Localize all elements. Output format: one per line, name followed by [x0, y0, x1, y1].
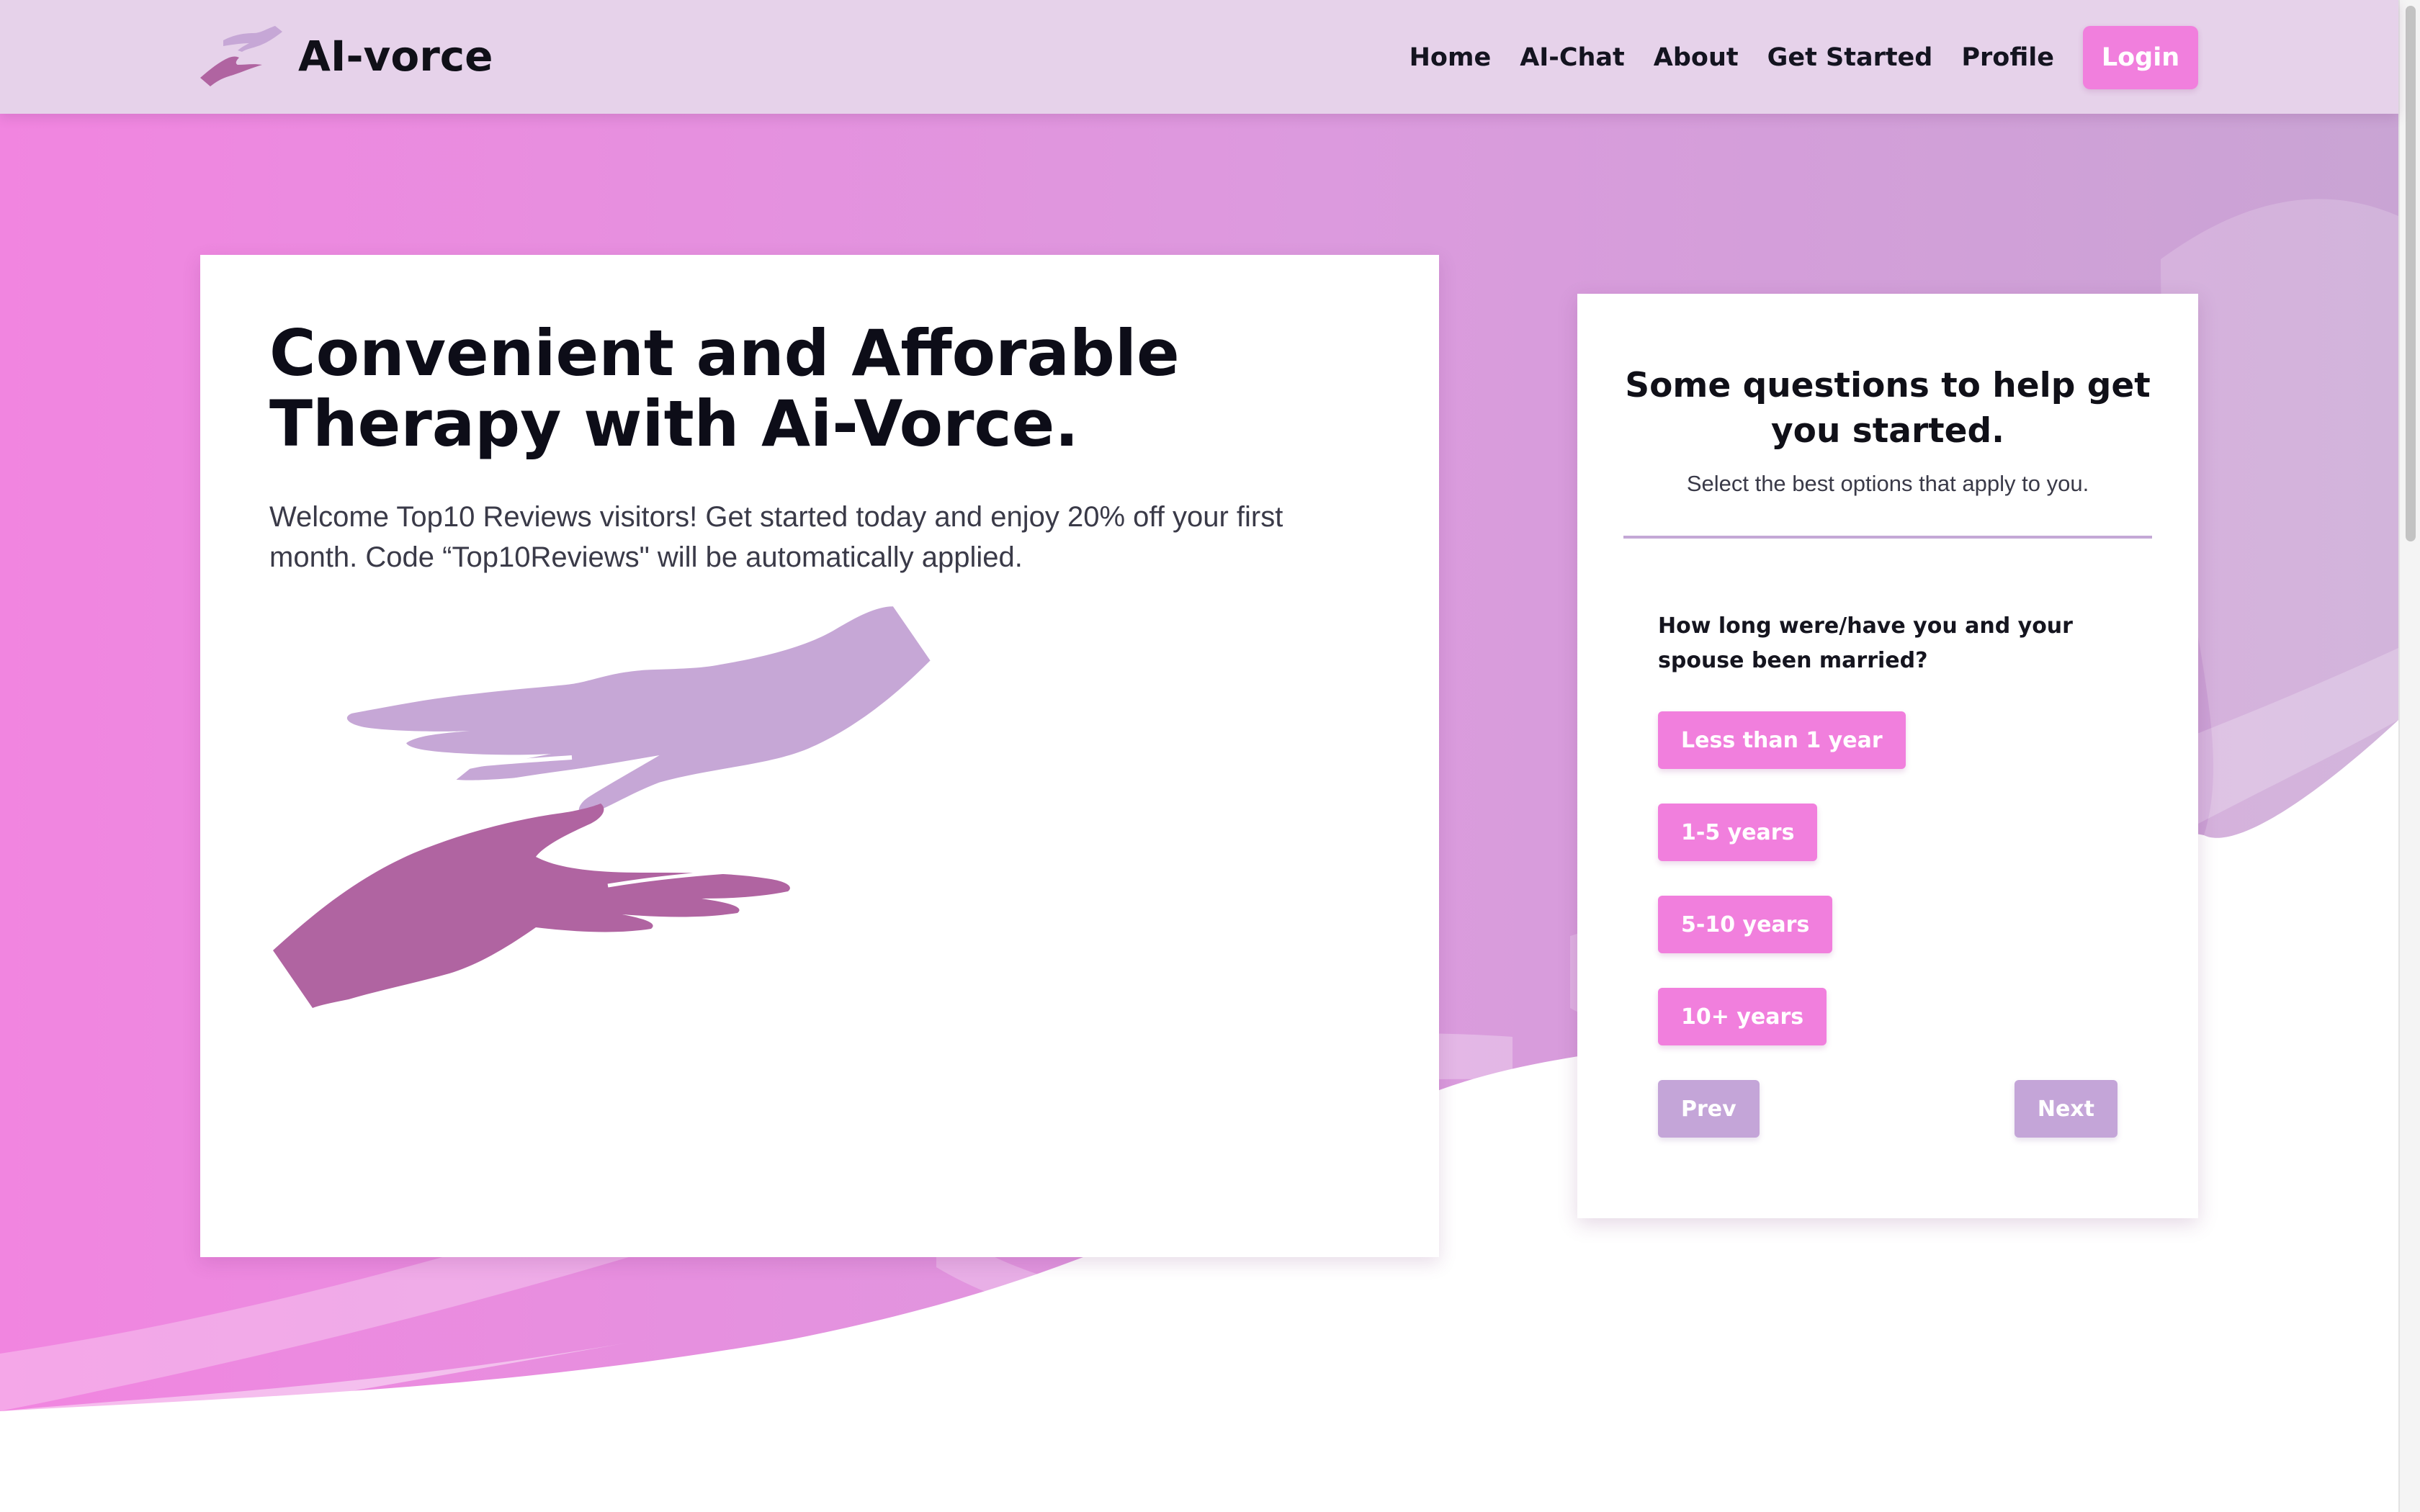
quiz-title: Some questions to help get you started.: [1625, 366, 2151, 451]
nav-link-ai-chat[interactable]: AI-Chat: [1520, 43, 1625, 72]
brand[interactable]: AI-vorce: [194, 20, 493, 92]
option-10-plus-years-button[interactable]: 10+ years: [1658, 988, 1827, 1045]
next-button[interactable]: Next: [2014, 1080, 2118, 1138]
quiz-question: How long were/have you and your spouse b…: [1658, 613, 2073, 673]
reaching-hands-icon: [200, 26, 282, 86]
option-less-than-1-year-button[interactable]: Less than 1 year: [1658, 711, 1906, 769]
page: AI-vorce Home AI-Chat About Get Started …: [0, 0, 2420, 1512]
nav-link-get-started[interactable]: Get Started: [1767, 43, 1933, 72]
hero-headline: Convenient and Afforable Therapy with Ai…: [269, 316, 1180, 461]
navbar: AI-vorce Home AI-Chat About Get Started …: [0, 0, 2398, 114]
brand-name: AI-vorce: [298, 32, 493, 81]
prev-button[interactable]: Prev: [1658, 1080, 1760, 1138]
option-5-10-years-button[interactable]: 5-10 years: [1658, 896, 1833, 953]
nav-link-home[interactable]: Home: [1410, 43, 1492, 72]
nav-links: Home AI-Chat About Get Started Profile L…: [1410, 26, 2198, 89]
nav-link-about[interactable]: About: [1654, 43, 1739, 72]
scrollbar[interactable]: [2398, 0, 2420, 1512]
login-button[interactable]: Login: [2083, 26, 2198, 89]
nav-link-profile[interactable]: Profile: [1961, 43, 2054, 72]
questionnaire-card: Some questions to help get you started. …: [1577, 294, 2198, 1218]
hero-intro: Welcome Top10 Reviews visitors! Get star…: [269, 501, 1283, 573]
scrollbar-thumb[interactable]: [2406, 6, 2416, 541]
reaching-hands-illustration: [273, 606, 931, 1008]
hero-card: Convenient and Afforable Therapy with Ai…: [200, 255, 1439, 1257]
quiz-divider: [1623, 536, 2152, 539]
option-1-5-years-button[interactable]: 1-5 years: [1658, 804, 1818, 861]
quiz-subtitle: Select the best options that apply to yo…: [1686, 471, 2089, 496]
